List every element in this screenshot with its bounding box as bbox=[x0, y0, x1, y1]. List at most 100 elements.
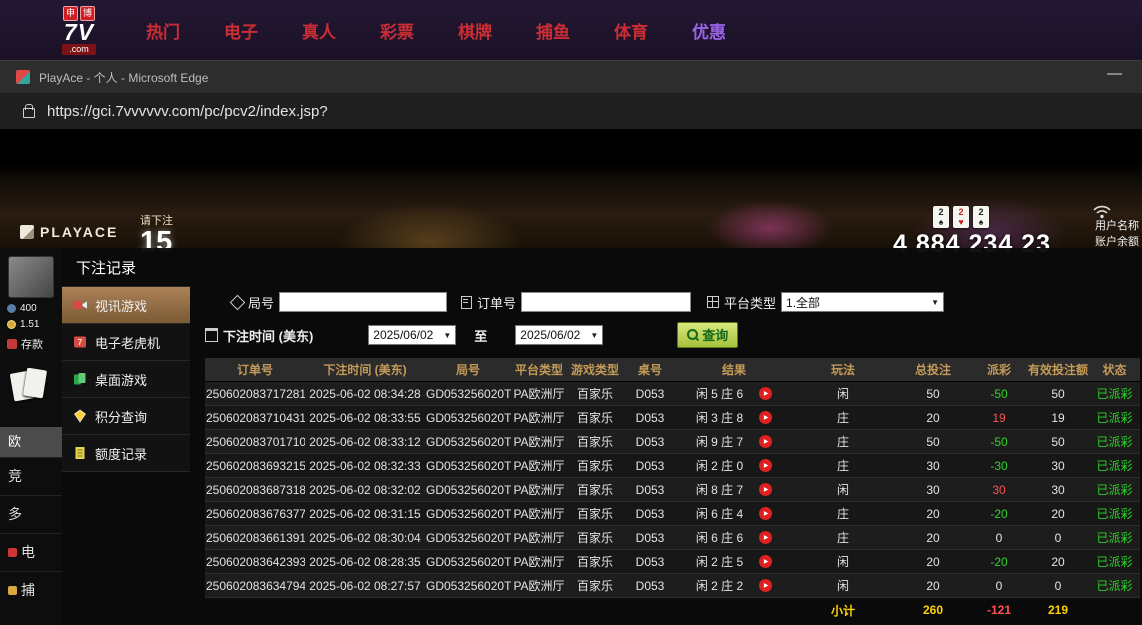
cell-play: 闲 bbox=[791, 478, 895, 502]
cell-order-id: 250602083701710 bbox=[205, 430, 305, 454]
nav-item-promotions[interactable]: 优惠 bbox=[692, 18, 726, 43]
table-cards-icon bbox=[72, 371, 88, 387]
avatar[interactable] bbox=[8, 256, 54, 298]
cell-platform: PA欧洲厅 bbox=[511, 502, 567, 526]
modal-title: 下注记录 bbox=[62, 248, 1142, 286]
user-name-label: 用户名称 bbox=[1095, 218, 1139, 234]
cell-payout: -20 bbox=[971, 550, 1027, 574]
cell-table-id: D053 bbox=[623, 550, 677, 574]
minimize-button[interactable]: — bbox=[1107, 65, 1122, 82]
cell-game-type: 百家乐 bbox=[567, 478, 623, 502]
cell-table-id: D053 bbox=[623, 406, 677, 430]
subtotal-label: 小计 bbox=[791, 598, 895, 623]
subtotal-row: 小计 260 -121 219 bbox=[205, 598, 1140, 623]
nav-item-live[interactable]: 真人 bbox=[302, 18, 336, 43]
cell-valid-bet: 30 bbox=[1027, 478, 1089, 502]
nav-item-hot[interactable]: 热门 bbox=[146, 18, 180, 43]
address-input[interactable]: https://gci.7vvvvvv.com/pc/pcv2/index.js… bbox=[47, 103, 328, 120]
cell-status: 已派彩 bbox=[1089, 502, 1140, 526]
person-icon bbox=[7, 304, 16, 313]
replay-play-button[interactable] bbox=[759, 579, 772, 592]
cell-result: 闲 5 庄 6 bbox=[677, 382, 791, 406]
cell-game-type: 百家乐 bbox=[567, 526, 623, 550]
bet-time-filter-label: 下注时间 (美东) bbox=[205, 326, 313, 345]
replay-play-button[interactable] bbox=[759, 507, 772, 520]
rail-item-europe[interactable]: 欧 bbox=[0, 427, 62, 457]
cell-status: 已派彩 bbox=[1089, 478, 1140, 502]
logo-main: 7V bbox=[64, 21, 94, 44]
order-input[interactable] bbox=[521, 292, 691, 312]
cell-round-id: GD053256020TS bbox=[425, 406, 511, 430]
replay-play-button[interactable] bbox=[759, 531, 772, 544]
col-result: 结果 bbox=[677, 358, 791, 382]
sidebar-item-video-games[interactable]: 视讯游戏 bbox=[62, 287, 190, 324]
nav-item-sports[interactable]: 体育 bbox=[614, 18, 648, 43]
cell-payout: -50 bbox=[971, 382, 1027, 406]
window-title: PlayAce - 个人 - Microsoft Edge bbox=[39, 69, 208, 86]
cell-table-id: D053 bbox=[623, 454, 677, 478]
nav-item-slots[interactable]: 电子 bbox=[224, 18, 258, 43]
screen: 申 博 7V .com 热门 电子 真人 彩票 棋牌 捕鱼 体育 优惠 Play… bbox=[0, 0, 1142, 625]
browser-urlbar[interactable]: https://gci.7vvvvvv.com/pc/pcv2/index.js… bbox=[0, 93, 1142, 130]
cell-game-type: 百家乐 bbox=[567, 550, 623, 574]
replay-play-button[interactable] bbox=[759, 411, 772, 424]
cell-valid-bet: 0 bbox=[1027, 526, 1089, 550]
cell-result: 闲 6 庄 4 bbox=[677, 502, 791, 526]
cell-status: 已派彩 bbox=[1089, 430, 1140, 454]
site-logo[interactable]: 申 博 7V .com bbox=[46, 6, 112, 55]
deposit-button[interactable]: 存款 bbox=[7, 336, 62, 352]
replay-play-button[interactable] bbox=[759, 459, 772, 472]
site-info-chip[interactable] bbox=[16, 99, 42, 123]
date-from-select[interactable]: 2025/06/02 ▼ bbox=[368, 325, 456, 345]
col-platform: 平台类型 bbox=[511, 358, 567, 382]
search-button[interactable]: 查询 bbox=[677, 322, 738, 348]
balance-stat: 1.51 bbox=[7, 319, 62, 330]
cell-play: 庄 bbox=[791, 430, 895, 454]
lock-icon bbox=[23, 108, 35, 118]
coin-icon bbox=[7, 320, 16, 329]
replay-play-button[interactable] bbox=[759, 483, 772, 496]
cell-payout: 0 bbox=[971, 526, 1027, 550]
cell-platform: PA欧洲厅 bbox=[511, 550, 567, 574]
nav-item-boardgames[interactable]: 棋牌 bbox=[458, 18, 492, 43]
cell-valid-bet: 20 bbox=[1027, 550, 1089, 574]
rail-item-fishing[interactable]: 捕 bbox=[0, 571, 62, 609]
round-input[interactable] bbox=[279, 292, 447, 312]
cell-table-id: D053 bbox=[623, 478, 677, 502]
cell-play: 庄 bbox=[791, 502, 895, 526]
cell-payout: -20 bbox=[971, 502, 1027, 526]
casino-banner: PLAYACE 请下注 15 2♠ 2♥ 2♠ 4 884 234 23 用户 bbox=[0, 130, 1142, 248]
platform-select[interactable]: 1.全部 ▼ bbox=[781, 292, 944, 312]
sidebar-item-points-query[interactable]: 积分查询 bbox=[62, 398, 190, 435]
col-valid-bet: 有效投注额 bbox=[1027, 358, 1089, 382]
cell-status: 已派彩 bbox=[1089, 454, 1140, 478]
cell-play: 庄 bbox=[791, 454, 895, 478]
sidebar-item-credit-records[interactable]: 额度记录 bbox=[62, 435, 190, 472]
cell-result: 闲 6 庄 6 bbox=[677, 526, 791, 550]
table-row: 250602083693215 2025-06-02 08:32:33 GD05… bbox=[205, 454, 1140, 478]
rail-item-multi[interactable]: 多 bbox=[0, 495, 62, 533]
nav-item-fishing[interactable]: 捕鱼 bbox=[536, 18, 570, 43]
replay-play-button[interactable] bbox=[759, 435, 772, 448]
cell-order-id: 250602083687318 bbox=[205, 478, 305, 502]
filter-row-2: 下注时间 (美东) 2025/06/02 ▼ 至 2025/06/02 ▼ bbox=[205, 322, 1142, 348]
replay-play-button[interactable] bbox=[759, 387, 772, 400]
sidebar-item-table-games[interactable]: 桌面游戏 bbox=[62, 361, 190, 398]
page-viewport: PLAYACE 请下注 15 2♠ 2♥ 2♠ 4 884 234 23 用户 bbox=[0, 130, 1142, 625]
order-filter-label: 订单号 bbox=[461, 293, 516, 312]
order-icon bbox=[461, 296, 472, 309]
rail-item-electronic[interactable]: 电 bbox=[0, 533, 62, 571]
tag-icon bbox=[230, 294, 246, 310]
col-round-id: 局号 bbox=[425, 358, 511, 382]
date-to-select[interactable]: 2025/06/02 ▼ bbox=[515, 325, 603, 345]
subtotal-total-bet: 260 bbox=[895, 598, 971, 623]
cell-bet-time: 2025-06-02 08:33:12 bbox=[305, 430, 425, 454]
sidebar-item-slot-machines[interactable]: 7 电子老虎机 bbox=[62, 324, 190, 361]
logo-suffix: .com bbox=[62, 44, 96, 55]
cell-valid-bet: 30 bbox=[1027, 454, 1089, 478]
svg-text:7: 7 bbox=[78, 338, 83, 347]
rail-item-compete[interactable]: 竞 bbox=[0, 457, 62, 495]
cell-valid-bet: 50 bbox=[1027, 382, 1089, 406]
replay-play-button[interactable] bbox=[759, 555, 772, 568]
nav-item-lottery[interactable]: 彩票 bbox=[380, 18, 414, 43]
